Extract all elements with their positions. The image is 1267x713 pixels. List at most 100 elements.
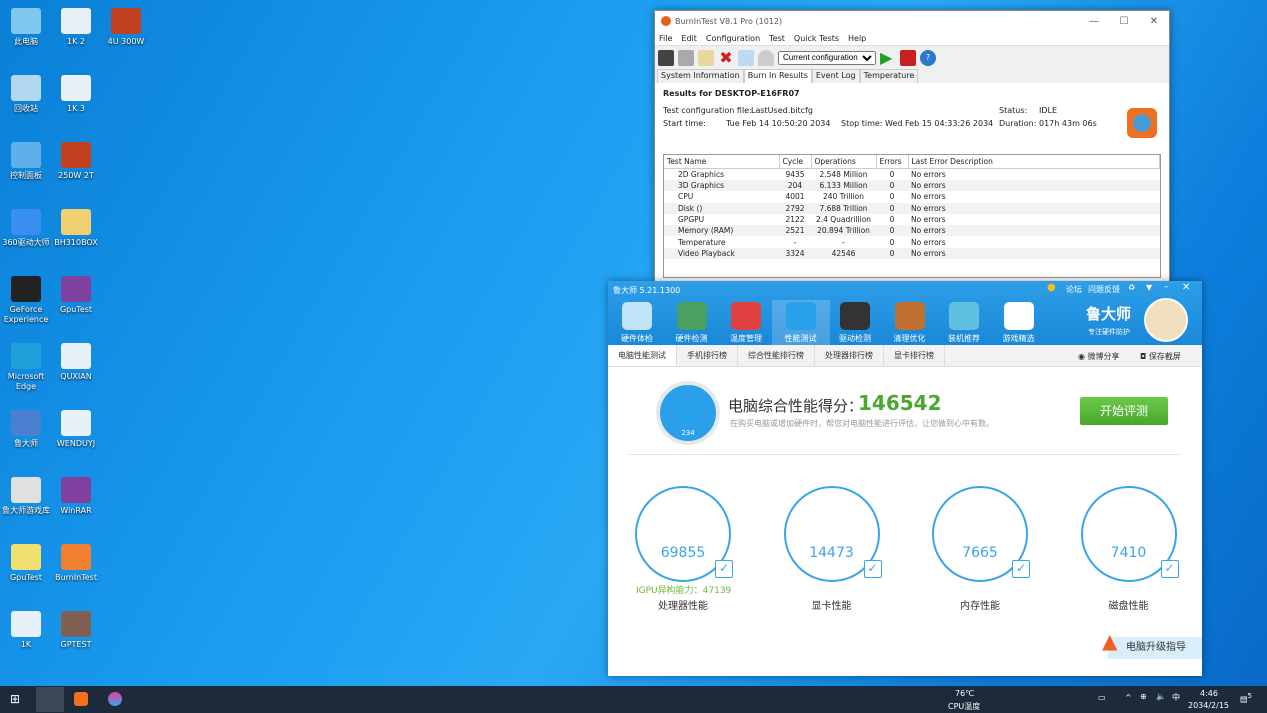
desktop-icon[interactable]: 250W 2T — [50, 142, 102, 181]
start-button[interactable]: ⊞ — [10, 692, 20, 706]
desktop-icon[interactable]: 控制面板 — [0, 142, 52, 181]
taskbar-app[interactable] — [108, 692, 122, 706]
table-row[interactable]: 3D Graphics 204 6.133 Million 0 No errors — [664, 180, 1160, 192]
save-icon[interactable] — [658, 49, 674, 66]
close-button[interactable]: ✕ — [1182, 282, 1190, 293]
checkbox-icon[interactable]: ✓ — [1160, 560, 1179, 578]
clock-date[interactable]: 2034/2/15 — [1188, 701, 1229, 710]
column-header[interactable]: Operations — [811, 155, 877, 169]
tray-chevron-icon[interactable]: ^ — [1125, 693, 1132, 702]
column-header[interactable]: Test Name — [664, 155, 780, 169]
subtab[interactable]: 综合性能排行榜 — [738, 345, 815, 366]
delete-icon[interactable]: ✖ — [718, 49, 734, 66]
save-screenshot-button[interactable]: ◘ 保存截屏 — [1140, 351, 1181, 362]
desktop-icon[interactable]: QUXIAN — [50, 343, 102, 382]
nav-item[interactable]: 装机推荐 — [935, 300, 993, 345]
upgrade-guide-button[interactable]: 电脑升级指导 — [1108, 637, 1202, 659]
medal-icon[interactable]: ● — [1047, 282, 1056, 293]
table-row[interactable]: 2D Graphics 9435 2.548 Million 0 No errors — [664, 169, 1160, 181]
report-icon[interactable] — [738, 49, 754, 66]
tab[interactable]: Event Log — [811, 69, 860, 83]
nav-item[interactable]: 硬件检测 — [663, 300, 721, 345]
score-circle[interactable]: 7665 ✓ — [932, 486, 1030, 582]
tab[interactable]: Temperature — [859, 69, 919, 83]
menu-item[interactable]: Configuration — [706, 34, 760, 43]
score-circle[interactable]: 7410 ✓ — [1080, 486, 1179, 582]
tab[interactable]: Burn In Results — [743, 69, 812, 83]
desktop-icon[interactable]: 鲁大师 — [0, 410, 52, 449]
desktop-icon[interactable]: 360驱动大师 — [0, 209, 52, 248]
menu-item[interactable]: Test — [769, 34, 785, 43]
minimize-button[interactable]: – — [1164, 282, 1169, 292]
subtab[interactable]: 显卡排行榜 — [884, 345, 945, 366]
gauge-icon[interactable] — [758, 49, 774, 66]
desktop-icon[interactable]: 1K 2 — [50, 8, 102, 47]
nav-item[interactable]: 驱动检测 — [826, 300, 884, 345]
table-row[interactable]: CPU 4001 240 Trillion 0 No errors — [664, 191, 1160, 202]
desktop-icon[interactable]: 1K 3 — [50, 75, 102, 114]
desktop-icon[interactable]: WENDUYJ — [50, 410, 102, 449]
table-row[interactable]: Video Playback 3324 42546 0 No errors — [664, 247, 1160, 260]
desktop-icon[interactable]: 回收站 — [0, 75, 52, 114]
configuration-select[interactable]: Current configuration — [778, 50, 876, 65]
menu-item[interactable]: File — [659, 34, 672, 43]
taskbar-burnintest[interactable] — [74, 692, 88, 706]
desktop-icon[interactable]: WinRAR — [50, 477, 102, 516]
ime-indicator[interactable]: 中 — [1172, 692, 1180, 703]
start-benchmark-button[interactable]: 开始评测 — [1080, 397, 1168, 425]
nav-item[interactable]: 硬件体检 — [608, 300, 666, 345]
forum-link[interactable]: 论坛 — [1066, 284, 1082, 295]
desktop-icon[interactable]: 1K — [0, 611, 52, 650]
table-row[interactable]: Memory (RAM) 2521 20.894 Trillion 0 No error… — [664, 225, 1160, 237]
subtab[interactable]: 处理器排行榜 — [815, 345, 884, 366]
help-icon[interactable]: ? — [920, 49, 936, 66]
checkbox-icon[interactable]: ✓ — [1012, 560, 1030, 578]
nav-item[interactable]: 清理优化 — [881, 300, 939, 345]
desktop-icon[interactable]: 鲁大师游戏库 — [0, 477, 52, 516]
table-row[interactable]: Disk () 2792 7.688 Trillion 0 No errors — [664, 202, 1160, 214]
desktop-icon[interactable]: GpuTest — [0, 544, 52, 583]
menu-icon[interactable]: ▼ — [1146, 283, 1152, 292]
clipboard-icon[interactable] — [698, 49, 714, 66]
nav-item[interactable]: 温度管理 — [717, 300, 775, 345]
desktop-icon[interactable]: GeForce Experience — [0, 276, 52, 325]
desktop-icon[interactable]: BH310BOX — [50, 209, 102, 248]
score-circle[interactable]: 69855 ✓ — [635, 486, 733, 582]
subtab[interactable]: 电脑性能测试 — [608, 345, 677, 366]
avatar[interactable] — [1144, 298, 1188, 342]
score-circle[interactable]: 14473 ✓ — [783, 486, 882, 582]
column-header[interactable]: Errors — [876, 155, 909, 169]
keyboard-icon[interactable]: ▭ — [1098, 693, 1106, 702]
menu-item[interactable]: Help — [848, 34, 866, 43]
close-button[interactable]: ✕ — [1139, 16, 1169, 27]
network-icon[interactable]: ⊕ — [1140, 692, 1147, 701]
maximize-button[interactable]: ☐ — [1109, 16, 1139, 27]
volume-icon[interactable]: 🔈 — [1156, 692, 1166, 701]
feedback-link[interactable]: 问题反馈 — [1088, 284, 1120, 295]
checkbox-icon[interactable]: ✓ — [715, 560, 733, 578]
notification-icon[interactable]: ▤5 — [1240, 692, 1252, 704]
column-header[interactable]: Last Error Description — [908, 155, 1160, 169]
desktop-icon[interactable]: Microsoft Edge — [0, 343, 52, 392]
menu-item[interactable]: Edit — [681, 34, 697, 43]
play-icon[interactable]: ▶ — [880, 49, 896, 66]
nav-item[interactable]: 性能测试 — [771, 300, 830, 345]
desktop-icon[interactable]: BurnInTest — [50, 544, 102, 583]
menu-item[interactable]: Quick Tests — [794, 34, 839, 43]
desktop-icon[interactable]: 4U 300W — [100, 8, 152, 47]
skin-icon[interactable]: ♻ — [1128, 283, 1135, 292]
desktop-icon[interactable]: 此电脑 — [0, 8, 52, 47]
tab[interactable]: System Information — [657, 69, 744, 83]
stop-icon[interactable] — [900, 49, 916, 66]
subtab[interactable]: 手机排行榜 — [677, 345, 738, 366]
nav-item[interactable]: 游戏精选 — [990, 300, 1048, 345]
desktop-icon[interactable]: GPTEST — [50, 611, 102, 650]
table-row[interactable]: GPGPU 2122 2.4 Quadrillion 0 No errors — [664, 214, 1160, 225]
checkbox-icon[interactable]: ✓ — [863, 560, 882, 578]
table-row[interactable]: Temperature - - 0 No errors — [664, 236, 1160, 247]
column-header[interactable]: Cycle — [779, 155, 812, 169]
weibo-share-button[interactable]: ◉ 微博分享 — [1078, 351, 1120, 362]
desktop-icon[interactable]: GpuTest — [50, 276, 102, 315]
copy-icon[interactable] — [678, 49, 694, 66]
taskbar-ludashi[interactable] — [36, 687, 64, 712]
